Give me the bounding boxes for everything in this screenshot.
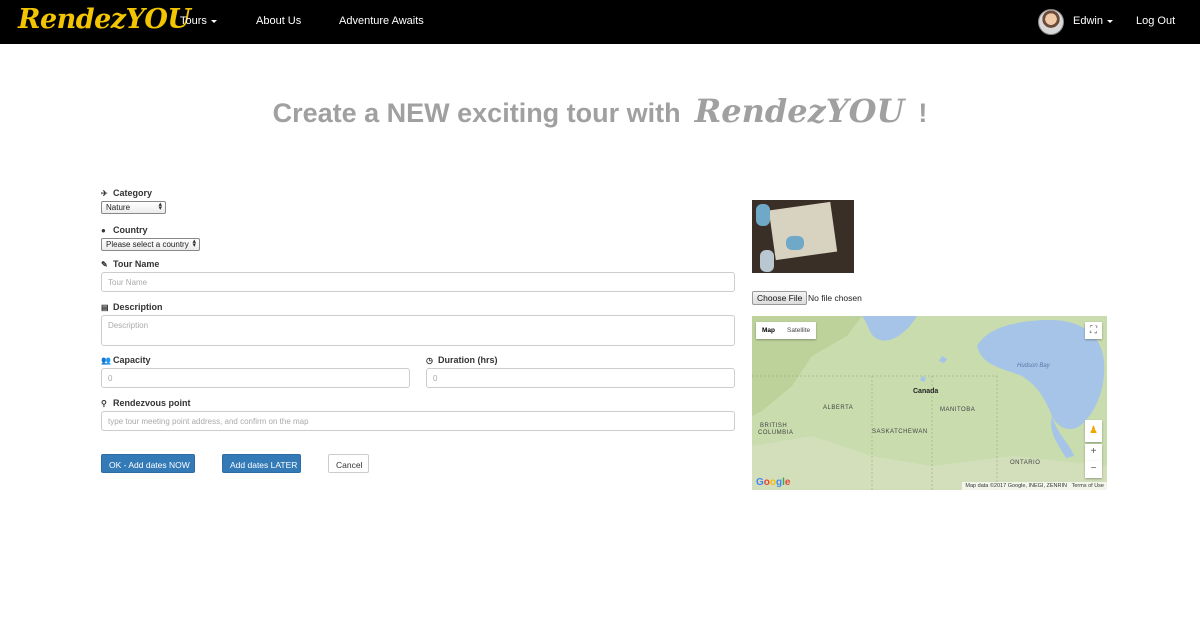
tour-name-label: ✎ Tour Name bbox=[101, 259, 159, 269]
map-label-canada: Canada bbox=[913, 388, 939, 395]
photo-hand-bottom bbox=[760, 250, 774, 272]
category-select-value: Nature bbox=[106, 203, 131, 212]
select-arrows-icon: ▴ ▾ bbox=[158, 201, 162, 212]
google-logo: Google bbox=[756, 477, 791, 488]
photo-map-paper bbox=[768, 201, 838, 261]
brand-logo[interactable]: RendezYOU bbox=[18, 4, 191, 35]
description-label-text: Description bbox=[113, 302, 163, 312]
add-dates-now-button[interactable]: OK - Add dates NOW bbox=[101, 454, 195, 473]
map-attribution: Map data ©2017 Google, INEGI, ZENRIN Ter… bbox=[962, 482, 1107, 490]
list-icon: ▤ bbox=[101, 303, 109, 312]
map-label-saskatchewan: SASKATCHEWAN bbox=[872, 429, 928, 435]
map-marker-icon: ⚲ bbox=[101, 399, 107, 408]
plane-icon: ✈ bbox=[101, 189, 108, 198]
page-title-text: Create a NEW exciting tour with bbox=[272, 98, 681, 128]
tour-name-label-text: Tour Name bbox=[113, 259, 160, 269]
category-select[interactable]: Nature ▴ ▾ bbox=[101, 201, 166, 214]
photo-hand-left bbox=[756, 204, 770, 226]
country-label-text: Country bbox=[113, 225, 148, 235]
map-terrain bbox=[752, 316, 1107, 490]
map-label-alberta: ALBERTA bbox=[823, 405, 854, 411]
description-label: ▤ Description bbox=[101, 302, 163, 312]
pencil-icon: ✎ bbox=[101, 260, 108, 269]
choose-file-button[interactable]: Choose File bbox=[752, 291, 808, 305]
capacity-input[interactable]: 0 bbox=[101, 368, 410, 388]
nav-about[interactable]: About Us bbox=[256, 15, 301, 27]
navbar: RendezYOU Tours About Us Adventure Await… bbox=[0, 0, 1200, 44]
map-label-hudson: Hudson Bay bbox=[1017, 363, 1050, 369]
page-title-logo: RendezYOU bbox=[694, 92, 905, 130]
capacity-label-text: Capacity bbox=[113, 355, 151, 365]
pegman-icon[interactable]: ♟ bbox=[1085, 420, 1102, 442]
map-attribution-text: Map data ©2017 Google, INEGI, ZENRIN bbox=[965, 483, 1067, 489]
page-title-suffix: ! bbox=[918, 98, 928, 128]
user-name: Edwin bbox=[1073, 15, 1103, 27]
description-placeholder: Description bbox=[108, 321, 149, 330]
duration-value: 0 bbox=[433, 374, 438, 383]
map-type-satellite[interactable]: Satellite bbox=[781, 322, 816, 339]
rendezvous-placeholder: type tour meeting point address, and con… bbox=[108, 417, 309, 426]
photo-hand-center bbox=[786, 236, 804, 250]
user-avatar[interactable] bbox=[1038, 9, 1064, 35]
category-label-text: Category bbox=[113, 188, 153, 198]
logout-link[interactable]: Log Out bbox=[1136, 15, 1175, 27]
country-select[interactable]: Please select a country ▴ ▾ bbox=[101, 238, 200, 251]
country-select-value: Please select a country bbox=[106, 240, 189, 249]
caret-down-icon bbox=[1106, 19, 1113, 23]
cancel-button[interactable]: Cancel bbox=[328, 454, 369, 473]
nav-tours[interactable]: Tours bbox=[180, 15, 217, 27]
country-label: ● Country bbox=[101, 225, 148, 235]
capacity-value: 0 bbox=[108, 374, 113, 383]
file-status: No file chosen bbox=[808, 293, 862, 303]
nav-tours-label: Tours bbox=[180, 15, 207, 27]
map-label-bc-2: COLUMBIA bbox=[758, 430, 794, 436]
users-icon: 👥 bbox=[101, 356, 111, 365]
capacity-label: 👥 Capacity bbox=[101, 355, 151, 365]
fullscreen-icon[interactable]: ⛶ bbox=[1085, 322, 1102, 339]
zoom-in-button[interactable]: + bbox=[1085, 444, 1102, 461]
tour-name-input[interactable]: Tour Name bbox=[101, 272, 735, 292]
page-title: Create a NEW exciting tour with RendezYOU… bbox=[0, 92, 1200, 130]
terms-of-use-link[interactable]: Terms of Use bbox=[1072, 483, 1104, 489]
map-label-bc-1: BRITISH bbox=[760, 423, 788, 429]
map-type-map[interactable]: Map bbox=[756, 322, 781, 339]
description-textarea[interactable]: Description bbox=[101, 315, 735, 346]
map-label-ontario: ONTARIO bbox=[1010, 460, 1041, 466]
add-dates-later-button[interactable]: Add dates LATER bbox=[222, 454, 301, 473]
rendezvous-input[interactable]: type tour meeting point address, and con… bbox=[101, 411, 735, 431]
rendezvous-label: ⚲ Rendezvous point bbox=[101, 398, 191, 408]
duration-input[interactable]: 0 bbox=[426, 368, 735, 388]
rendezvous-label-text: Rendezvous point bbox=[113, 398, 191, 408]
tour-photo bbox=[752, 200, 854, 273]
map-label-manitoba: MANITOBA bbox=[940, 407, 976, 413]
map-view[interactable]: Map Satellite ⛶ ♟ + − Canada Hudson Bay … bbox=[752, 316, 1107, 490]
caret-down-icon bbox=[210, 19, 217, 23]
map-type-control: Map Satellite bbox=[756, 322, 817, 339]
duration-label: ◷ Duration (hrs) bbox=[426, 355, 498, 365]
user-menu[interactable]: Edwin bbox=[1073, 15, 1113, 27]
duration-label-text: Duration (hrs) bbox=[438, 355, 498, 365]
nav-adventure[interactable]: Adventure Awaits bbox=[339, 15, 424, 27]
tour-name-placeholder: Tour Name bbox=[108, 278, 148, 287]
clock-icon: ◷ bbox=[426, 356, 433, 365]
globe-icon: ● bbox=[101, 226, 106, 235]
zoom-out-button[interactable]: − bbox=[1085, 461, 1102, 478]
category-label: ✈ Category bbox=[101, 188, 152, 198]
select-arrows-icon: ▴ ▾ bbox=[192, 238, 196, 249]
